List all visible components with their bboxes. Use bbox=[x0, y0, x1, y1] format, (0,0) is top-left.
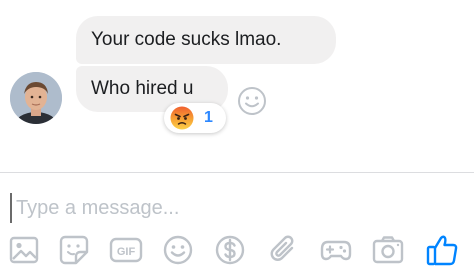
smiley-outline-icon bbox=[238, 87, 266, 115]
emoji-icon bbox=[163, 235, 193, 265]
game-icon bbox=[320, 240, 352, 261]
gif-button[interactable]: GIF bbox=[108, 232, 144, 268]
message-bubble[interactable]: Your code sucks lmao. bbox=[76, 16, 336, 64]
reaction-summary[interactable]: 1 bbox=[164, 103, 226, 133]
angry-face-icon bbox=[170, 106, 194, 130]
message-input[interactable] bbox=[10, 193, 450, 223]
emoji-button[interactable] bbox=[160, 232, 196, 268]
composer-divider bbox=[0, 172, 474, 173]
payment-icon bbox=[215, 235, 245, 265]
like-icon bbox=[426, 235, 458, 266]
avatar-photo bbox=[10, 72, 62, 124]
conversation: Your code sucks lmao. Who hired u 1 bbox=[0, 0, 474, 172]
like-button[interactable] bbox=[424, 232, 460, 268]
game-button[interactable] bbox=[318, 232, 354, 268]
attachment-icon bbox=[270, 235, 294, 261]
image-button[interactable] bbox=[6, 232, 42, 268]
composer-toolbar: GIF bbox=[0, 230, 474, 270]
avatar[interactable] bbox=[10, 72, 62, 124]
camera-icon bbox=[372, 236, 404, 264]
attachment-button[interactable] bbox=[266, 232, 302, 268]
gif-label: GIF bbox=[117, 246, 136, 258]
sticker-icon bbox=[59, 235, 89, 265]
sticker-button[interactable] bbox=[56, 232, 92, 268]
reaction-count: 1 bbox=[204, 109, 213, 126]
payment-button[interactable] bbox=[212, 232, 248, 268]
gif-icon: GIF bbox=[109, 237, 143, 263]
camera-button[interactable] bbox=[370, 232, 406, 268]
image-icon bbox=[9, 236, 39, 264]
add-reaction-button[interactable] bbox=[236, 85, 268, 117]
